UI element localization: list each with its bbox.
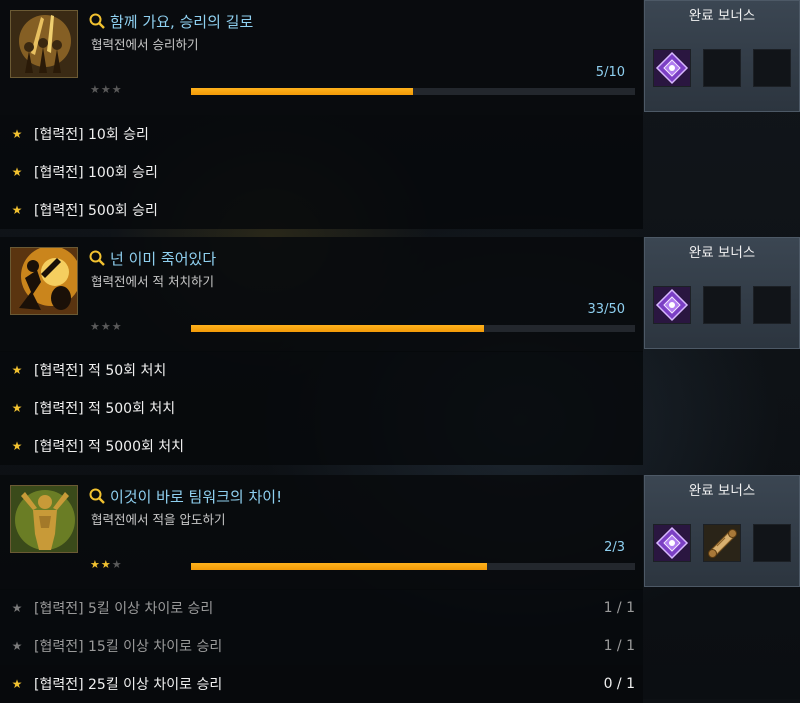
star-icon: ★ [111, 83, 123, 96]
reward-slot-empty [753, 524, 791, 562]
star-icon: ★ [111, 320, 123, 333]
explosion-fighter-icon [10, 247, 78, 315]
achievement-description: 협력전에서 적 처치하기 [91, 274, 214, 289]
title-text: 함께 가요, 승리의 길로 [110, 12, 254, 31]
sub-goal-label: [협력전] 적 50회 처치 [34, 363, 167, 379]
purple-rune-icon [654, 525, 690, 561]
progress-count: 5/10 [595, 65, 625, 80]
achievement-description: 협력전에서 승리하기 [91, 37, 199, 52]
star-rating: ★★★ [90, 558, 123, 571]
sub-goal-label: [협력전] 500회 승리 [34, 203, 158, 219]
completion-bonus-panel: 완료 보너스 [644, 475, 800, 587]
star-icon: ★ [11, 639, 23, 653]
sub-goal-label: [협력전] 적 5000회 처치 [34, 439, 185, 455]
sub-goal[interactable]: ★ [협력전] 15킬 이상 차이로 승리 1 / 1 [0, 627, 643, 665]
star-icon: ★ [11, 401, 23, 415]
reward-slot-empty [753, 286, 791, 324]
achievement-title: 넌 이미 죽어있다 [88, 247, 216, 269]
star-icon: ★ [11, 127, 23, 141]
achievement-title: 함께 가요, 승리의 길로 [88, 10, 253, 32]
sub-goal-progress: 1 / 1 [603, 600, 635, 616]
sub-goal[interactable]: ★ [협력전] 500회 승리 [0, 191, 643, 229]
search-icon[interactable] [88, 249, 106, 267]
sub-goal[interactable]: ★ [협력전] 100회 승리 [0, 153, 643, 191]
sub-goal-progress: 0 / 1 [603, 676, 635, 692]
search-icon[interactable] [88, 12, 106, 30]
progress-bar [191, 563, 635, 570]
reward-slot-empty [703, 286, 741, 324]
progress-fill [191, 325, 485, 332]
search-icon[interactable] [88, 487, 106, 505]
bonus-label: 완료 보너스 [688, 245, 756, 261]
star-icon: ★ [100, 320, 112, 333]
achievement-header[interactable]: 함께 가요, 승리의 길로 협력전에서 승리하기 ★★★ 5/10 [0, 0, 643, 115]
purple-rune-icon [654, 50, 690, 86]
sub-goal-label: [협력전] 100회 승리 [34, 165, 158, 181]
star-icon: ★ [111, 558, 123, 571]
progress-bar [191, 88, 635, 95]
sub-goal[interactable]: ★ [협력전] 적 5000회 처치 [0, 427, 643, 465]
reward-slot[interactable] [653, 286, 691, 324]
reward-slot-empty [753, 49, 791, 87]
scroll-icon [704, 525, 740, 561]
progress-bar [191, 325, 635, 332]
star-icon: ★ [90, 320, 101, 333]
achievement-title: 이것이 바로 팀워크의 차이! [88, 485, 282, 507]
reward-slot[interactable] [703, 524, 741, 562]
sub-goal[interactable]: ★ [협력전] 적 500회 처치 [0, 389, 643, 427]
star-icon: ★ [90, 83, 101, 96]
sub-goal[interactable]: ★ [협력전] 10회 승리 [0, 115, 643, 153]
reward-slot[interactable] [653, 49, 691, 87]
sub-goal-progress: 1 / 1 [603, 638, 635, 654]
sub-goal-label: [협력전] 25킬 이상 차이로 승리 [34, 677, 223, 693]
achievement-description: 협력전에서 적을 압도하기 [91, 512, 226, 527]
sub-goal-label: [협력전] 적 500회 처치 [34, 401, 176, 417]
progress-count: 2/3 [604, 540, 625, 555]
trophy-warriors-icon [10, 10, 78, 78]
achievement-header[interactable]: 넌 이미 죽어있다 협력전에서 적 처치하기 ★★★ 33/50 [0, 237, 643, 352]
sub-goal[interactable]: ★ [협력전] 25킬 이상 차이로 승리 0 / 1 [0, 665, 643, 703]
sub-goal[interactable]: ★ [협력전] 5킬 이상 차이로 승리 1 / 1 [0, 589, 643, 627]
reward-slot-empty [703, 49, 741, 87]
star-icon: ★ [11, 165, 23, 179]
progress-count: 33/50 [587, 302, 625, 317]
star-icon: ★ [11, 601, 23, 615]
sub-goal[interactable]: ★ [협력전] 적 50회 처치 [0, 351, 643, 389]
sub-goal-label: [협력전] 5킬 이상 차이로 승리 [34, 601, 214, 617]
sub-goal-label: [협력전] 10회 승리 [34, 127, 149, 143]
star-icon: ★ [100, 558, 112, 571]
reward-slot[interactable] [653, 524, 691, 562]
star-rating: ★★★ [90, 320, 123, 333]
completion-bonus-panel: 완료 보너스 [644, 237, 800, 349]
star-icon: ★ [11, 439, 23, 453]
bonus-label: 완료 보너스 [688, 8, 756, 24]
star-icon: ★ [11, 363, 23, 377]
bonus-label: 완료 보너스 [688, 483, 756, 499]
purple-rune-icon [654, 287, 690, 323]
star-rating: ★★★ [90, 83, 123, 96]
title-text: 넌 이미 죽어있다 [110, 249, 217, 268]
star-icon: ★ [11, 677, 23, 691]
star-icon: ★ [90, 558, 101, 571]
title-text: 이것이 바로 팀워크의 차이! [110, 487, 283, 506]
progress-fill [191, 563, 488, 570]
completion-bonus-panel: 완료 보너스 [644, 0, 800, 112]
sub-goal-label: [협력전] 15킬 이상 차이로 승리 [34, 639, 223, 655]
progress-fill [191, 88, 413, 95]
star-icon: ★ [11, 203, 23, 217]
star-icon: ★ [100, 83, 112, 96]
golden-champion-icon [10, 485, 78, 553]
achievement-header[interactable]: 이것이 바로 팀워크의 차이! 협력전에서 적을 압도하기 ★★★ 2/3 [0, 475, 643, 590]
